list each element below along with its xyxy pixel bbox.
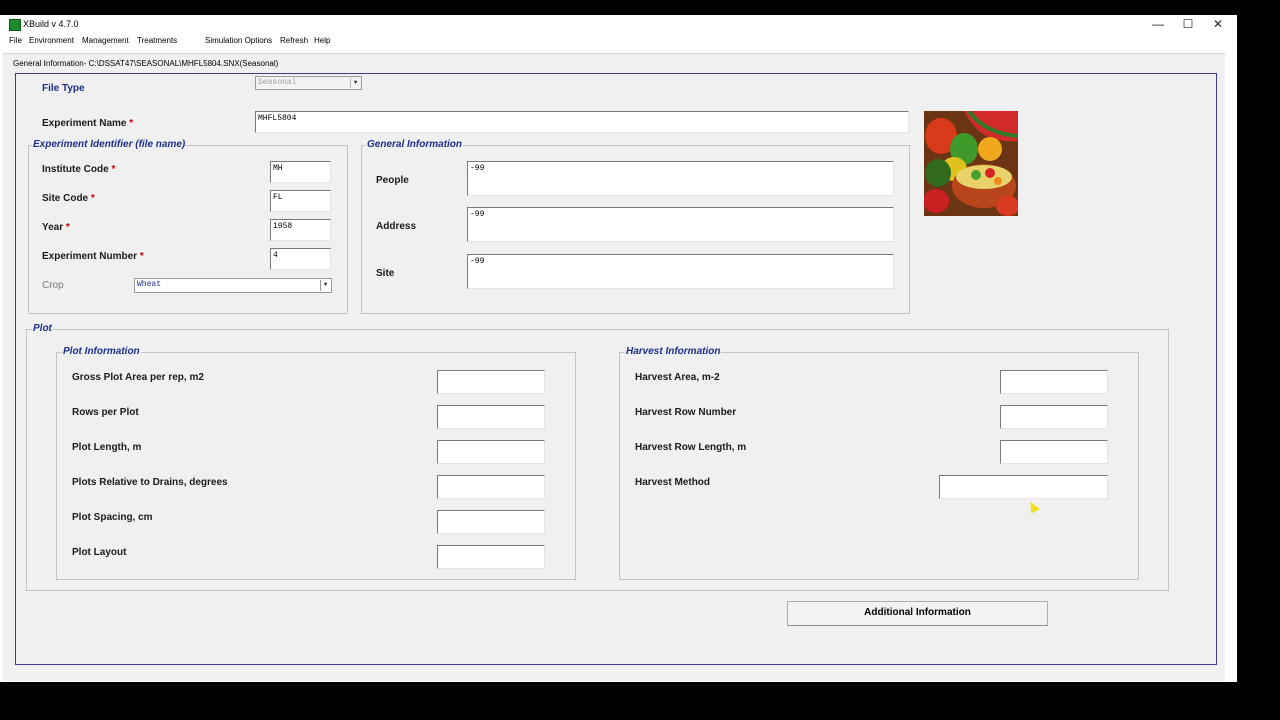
crop-label: Crop [42,280,64,291]
plot-spacing-input[interactable] [437,510,545,534]
minimize-icon[interactable]: — [1143,15,1173,33]
chevron-down-icon: ▼ [320,280,330,291]
gross-plot-area-input[interactable] [437,370,545,394]
xbuild-app-icon [9,19,21,31]
plot-spacing-label: Plot Spacing, cm [72,512,153,523]
plot-length-input[interactable] [437,440,545,464]
site-code-label-text: Site Code [42,193,89,204]
harvest-area-label: Harvest Area, m-2 [635,372,720,383]
file-type-label: File Type [42,83,85,94]
site-input[interactable]: -99 [467,254,894,289]
general-information-title: General Information [366,139,464,150]
experiment-identifier-title: Experiment Identifier (file name) [32,139,187,150]
experiment-name-label: Experiment Name * [42,118,133,129]
menu-refresh[interactable]: Refresh [280,36,308,45]
menu-help[interactable]: Help [314,36,330,45]
experiment-number-label-text: Experiment Number [42,251,138,262]
window-title: XBuild v 4.7.0 [23,19,79,29]
file-type-dropdown[interactable]: Seasonal ▼ [255,76,362,90]
close-icon[interactable]: ✕ [1203,15,1233,33]
site-label: Site [376,268,395,279]
site-code-label: Site Code * [42,193,95,204]
menu-treatments[interactable]: Treatments [137,36,177,45]
vegetables-fruits-photo [924,111,1018,216]
gross-plot-area-label: Gross Plot Area per rep, m2 [72,372,204,383]
address-input[interactable]: -99 [467,207,894,242]
year-input[interactable]: 1958 [270,219,331,241]
title-bar: XBuild v 4.7.0 — ☐ ✕ [0,15,1237,33]
chevron-down-icon: ▼ [350,78,360,88]
menu-simulation-options[interactable]: Simulation Options [205,36,272,45]
required-marker: * [129,118,134,129]
plot-length-label: Plot Length, m [72,442,142,453]
harvest-method-input[interactable] [939,475,1108,499]
menu-file[interactable]: File [9,36,22,45]
app-window: XBuild v 4.7.0 — ☐ ✕ File Environment Ma… [0,15,1237,682]
required-marker: * [111,164,116,175]
harvest-row-length-input[interactable] [1000,440,1108,464]
file-path-label: General Information- C:\DSSAT47\SEASONAL… [13,59,279,68]
harvest-row-length-label: Harvest Row Length, m [635,442,747,453]
additional-information-button[interactable]: Additional Information [787,601,1048,626]
harvest-row-number-input[interactable] [1000,405,1108,429]
maximize-icon[interactable]: ☐ [1173,15,1203,33]
form-area: General Information- C:\DSSAT47\SEASONAL… [3,53,1225,681]
plot-information-title: Plot Information [62,346,141,357]
experiment-name-label-text: Experiment Name [42,118,127,129]
plot-title: Plot [32,323,53,334]
menu-environment[interactable]: Environment [29,36,74,45]
address-label: Address [376,221,417,232]
harvest-area-input[interactable] [1000,370,1108,394]
plot-layout-input[interactable] [437,545,545,569]
plots-relative-drains-input[interactable] [437,475,545,499]
required-marker: * [139,251,144,262]
crop-value: Wheat [137,280,162,289]
required-marker: * [90,193,95,204]
file-type-value: Seasonal [258,78,297,87]
required-marker: * [65,222,70,233]
institute-code-label: Institute Code * [42,164,115,175]
harvest-method-label: Harvest Method [635,477,711,488]
harvest-row-number-label: Harvest Row Number [635,407,737,418]
general-information-panel: File Type Seasonal ▼ Experiment Name * M… [15,73,1217,665]
people-label: People [376,175,409,186]
experiment-number-label: Experiment Number * [42,251,144,262]
institute-code-input[interactable]: MH [270,161,331,183]
experiment-number-input[interactable]: 4 [270,248,331,270]
menu-bar: File Environment Management Treatments S… [0,33,1237,49]
experiment-name-input[interactable]: MHFL5804 [255,111,909,133]
crop-dropdown[interactable]: Wheat ▼ [134,278,332,293]
menu-management[interactable]: Management [82,36,129,45]
rows-per-plot-label: Rows per Plot [72,407,139,418]
harvest-information-title: Harvest Information [625,346,722,357]
plots-relative-drains-label: Plots Relative to Drains, degrees [72,477,228,488]
people-input[interactable]: -99 [467,161,894,196]
site-code-input[interactable]: FL [270,190,331,212]
year-label-text: Year [42,222,64,233]
plot-layout-label: Plot Layout [72,547,127,558]
year-label: Year * [42,222,70,233]
institute-code-label-text: Institute Code [42,164,109,175]
rows-per-plot-input[interactable] [437,405,545,429]
